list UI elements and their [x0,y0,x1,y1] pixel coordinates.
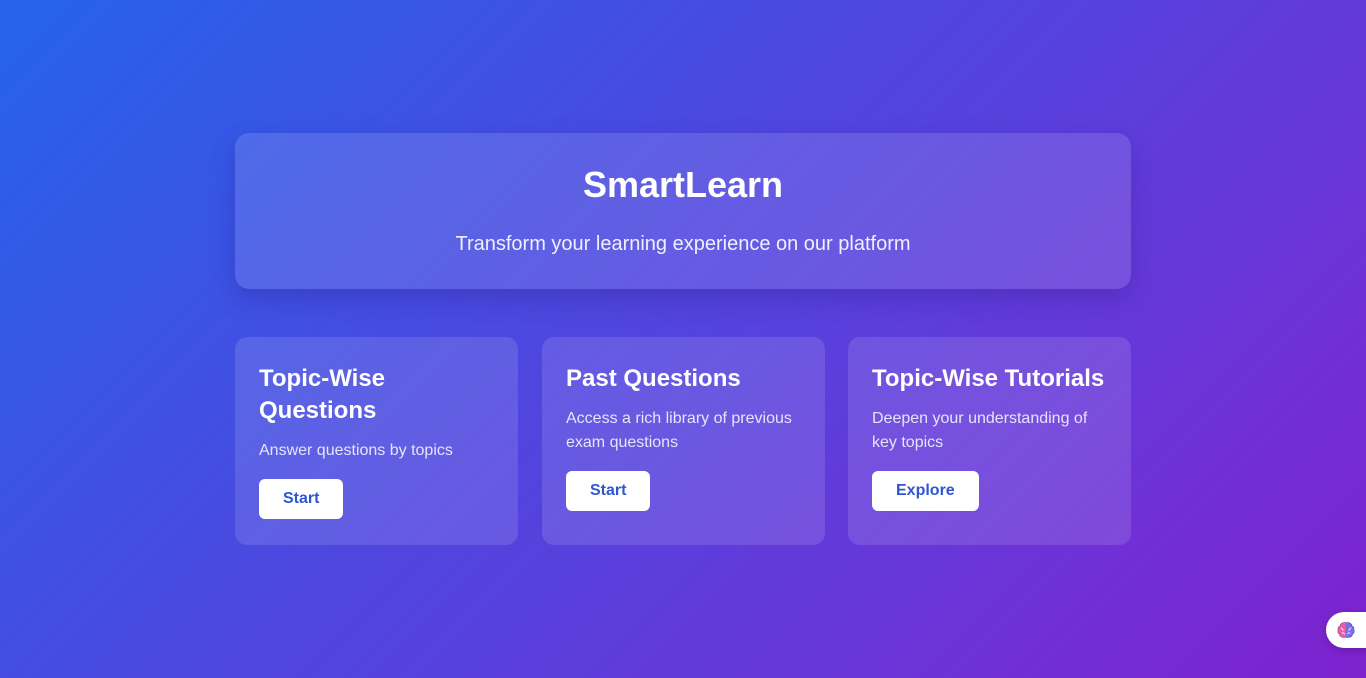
card-title: Topic-Wise Questions [259,365,386,424]
start-past-questions-button[interactable]: Start [566,471,651,511]
card-title: Topic-Wise Tutorials [872,365,1105,392]
app-title: SmartLearn [582,164,784,205]
card-description: Access a rich library of previous exam q… [566,410,792,451]
card-title: Past Questions [566,365,741,392]
card-past-questions: Past Questions Access a rich library of … [542,337,825,545]
card-topic-wise-tutorials: Topic-Wise Tutorials Deepen your underst… [848,337,1131,545]
explore-tutorials-button[interactable]: Explore [872,471,979,511]
app-subtitle: Transform your learning experience on ou… [455,233,911,255]
brain-icon [1337,622,1355,638]
card-topic-wise-questions: Topic-Wise Questions Answer questions by… [235,337,518,545]
card-description: Answer questions by topics [259,442,453,459]
start-topic-questions-button[interactable]: Start [259,479,344,519]
hero-banner: SmartLearn Transform your learning exper… [235,133,1131,289]
assistant-button[interactable] [1326,612,1366,648]
card-description: Deepen your understanding of key topics [872,410,1088,451]
